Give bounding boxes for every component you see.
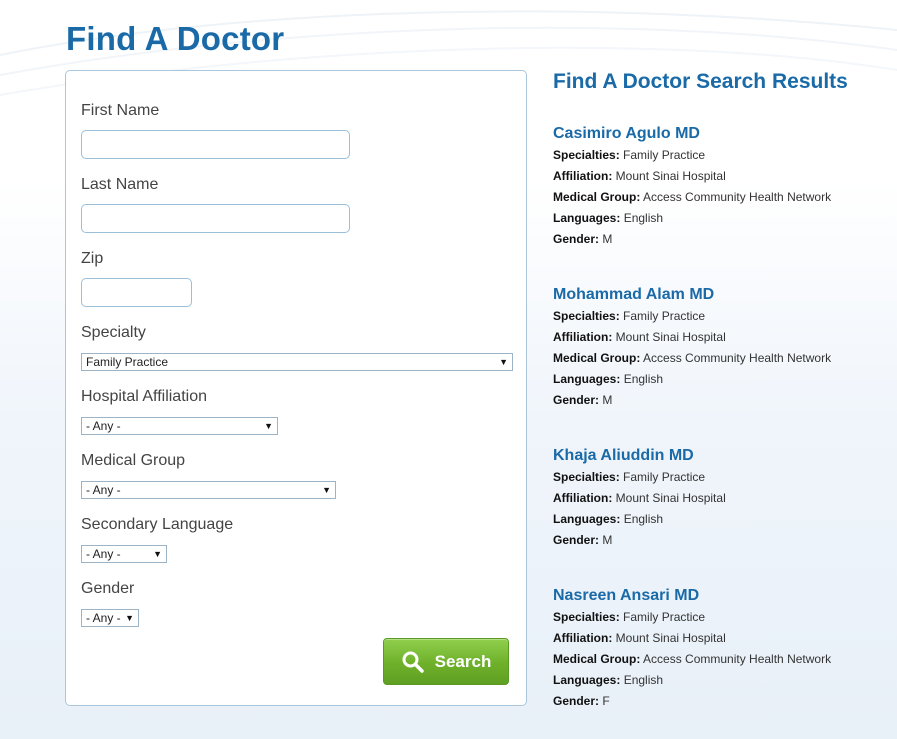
languages-value: English <box>623 211 664 225</box>
specialties-label: Specialties: <box>553 309 620 323</box>
gender-select[interactable]: - Any - ▼ <box>81 609 139 627</box>
affiliation-line: Affiliation: Mount Sinai Hospital <box>553 488 883 509</box>
languages-line: Languages: English <box>553 208 883 229</box>
specialties-value: Family Practice <box>623 309 706 323</box>
specialties-label: Specialties: <box>553 610 620 624</box>
gender-value: M <box>602 232 613 246</box>
medical-group-line: Medical Group: Access Community Health N… <box>553 649 883 670</box>
gender-line: Gender: M <box>553 530 883 551</box>
languages-label: Languages: <box>553 512 621 526</box>
affiliation-line: Affiliation: Mount Sinai Hospital <box>553 166 883 187</box>
secondary-language-label: Secondary Language <box>81 516 234 533</box>
search-button-label: Search <box>434 651 492 671</box>
medical-group-select[interactable]: - Any - ▼ <box>81 481 336 499</box>
gender-label: Gender: <box>553 232 600 246</box>
affiliation-label: Affiliation: <box>553 491 613 505</box>
medical-group-line: Medical Group: Access Community Health N… <box>553 187 883 208</box>
secondary-language-select-value: - Any - <box>86 547 121 561</box>
gender-value: M <box>602 533 613 547</box>
medical-group-line: Medical Group: Access Community Health N… <box>553 348 883 369</box>
doctor-name-link[interactable]: Casimiro Agulo MD <box>553 122 883 145</box>
languages-line: Languages: English <box>553 670 883 691</box>
affiliation-label: Affiliation: <box>553 631 613 645</box>
medical-group-label: Medical Group <box>81 452 186 469</box>
languages-line: Languages: English <box>553 369 883 390</box>
specialties-line: Specialties: Family Practice <box>553 306 883 327</box>
gender-line: Gender: M <box>553 390 883 411</box>
medical-group-label: Medical Group: <box>553 652 641 666</box>
medical-group-value: Access Community Health Network <box>643 652 832 666</box>
chevron-down-icon: ▼ <box>322 485 331 495</box>
languages-label: Languages: <box>553 673 621 687</box>
languages-value: English <box>623 512 664 526</box>
result-item: Khaja Aliuddin MD Specialties: Family Pr… <box>553 444 883 551</box>
zip-input[interactable] <box>81 278 192 307</box>
affiliation-value: Mount Sinai Hospital <box>615 169 726 183</box>
doctor-name-link[interactable]: Khaja Aliuddin MD <box>553 444 883 467</box>
gender-label: Gender: <box>553 393 600 407</box>
result-item: Nasreen Ansari MD Specialties: Family Pr… <box>553 584 883 712</box>
medical-group-label: Medical Group: <box>553 190 641 204</box>
languages-label: Languages: <box>553 211 621 225</box>
medical-group-select-value: - Any - <box>86 483 121 497</box>
affiliation-value: Mount Sinai Hospital <box>615 330 726 344</box>
chevron-down-icon: ▼ <box>499 357 508 367</box>
specialties-line: Specialties: Family Practice <box>553 467 883 488</box>
medical-group-value: Access Community Health Network <box>643 190 832 204</box>
zip-label: Zip <box>81 250 104 267</box>
affiliation-value: Mount Sinai Hospital <box>615 491 726 505</box>
search-form-panel: First Name Last Name Zip Specialty Famil… <box>65 70 527 706</box>
hospital-affiliation-select-value: - Any - <box>86 419 121 433</box>
specialty-label: Specialty <box>81 324 146 341</box>
languages-value: English <box>623 673 664 687</box>
doctor-name-link[interactable]: Mohammad Alam MD <box>553 283 883 306</box>
specialty-select[interactable]: Family Practice ▼ <box>81 353 513 371</box>
gender-line: Gender: F <box>553 691 883 712</box>
specialties-line: Specialties: Family Practice <box>553 145 883 166</box>
first-name-input[interactable] <box>81 130 350 159</box>
affiliation-label: Affiliation: <box>553 169 613 183</box>
hospital-affiliation-label: Hospital Affiliation <box>81 388 207 405</box>
chevron-down-icon: ▼ <box>125 613 134 623</box>
gender-label: Gender: <box>553 694 600 708</box>
affiliation-line: Affiliation: Mount Sinai Hospital <box>553 628 883 649</box>
gender-label: Gender: <box>553 533 600 547</box>
hospital-affiliation-select[interactable]: - Any - ▼ <box>81 417 278 435</box>
specialties-value: Family Practice <box>623 610 706 624</box>
result-item: Mohammad Alam MD Specialties: Family Pra… <box>553 283 883 411</box>
affiliation-line: Affiliation: Mount Sinai Hospital <box>553 327 883 348</box>
medical-group-value: Access Community Health Network <box>643 351 832 365</box>
specialties-value: Family Practice <box>623 148 706 162</box>
gender-value: F <box>602 694 610 708</box>
gender-line: Gender: M <box>553 229 883 250</box>
specialties-value: Family Practice <box>623 470 706 484</box>
doctor-name-link[interactable]: Nasreen Ansari MD <box>553 584 883 607</box>
last-name-input[interactable] <box>81 204 350 233</box>
secondary-language-select[interactable]: - Any - ▼ <box>81 545 167 563</box>
search-button[interactable]: Search <box>383 638 509 685</box>
languages-line: Languages: English <box>553 509 883 530</box>
page-title: Find A Doctor <box>66 20 285 57</box>
specialties-label: Specialties: <box>553 148 620 162</box>
medical-group-label: Medical Group: <box>553 351 641 365</box>
chevron-down-icon: ▼ <box>153 549 162 559</box>
search-icon <box>402 651 424 673</box>
gender-label: Gender <box>81 580 135 597</box>
affiliation-value: Mount Sinai Hospital <box>615 631 726 645</box>
specialties-line: Specialties: Family Practice <box>553 607 883 628</box>
results-title: Find A Doctor Search Results <box>553 70 848 93</box>
first-name-label: First Name <box>81 102 160 119</box>
chevron-down-icon: ▼ <box>264 421 273 431</box>
gender-value: M <box>602 393 613 407</box>
affiliation-label: Affiliation: <box>553 330 613 344</box>
last-name-label: Last Name <box>81 176 159 193</box>
languages-label: Languages: <box>553 372 621 386</box>
specialties-label: Specialties: <box>553 470 620 484</box>
gender-select-value: - Any - <box>86 611 121 625</box>
specialty-select-value: Family Practice <box>86 355 169 369</box>
result-item: Casimiro Agulo MD Specialties: Family Pr… <box>553 122 883 250</box>
languages-value: English <box>623 372 664 386</box>
